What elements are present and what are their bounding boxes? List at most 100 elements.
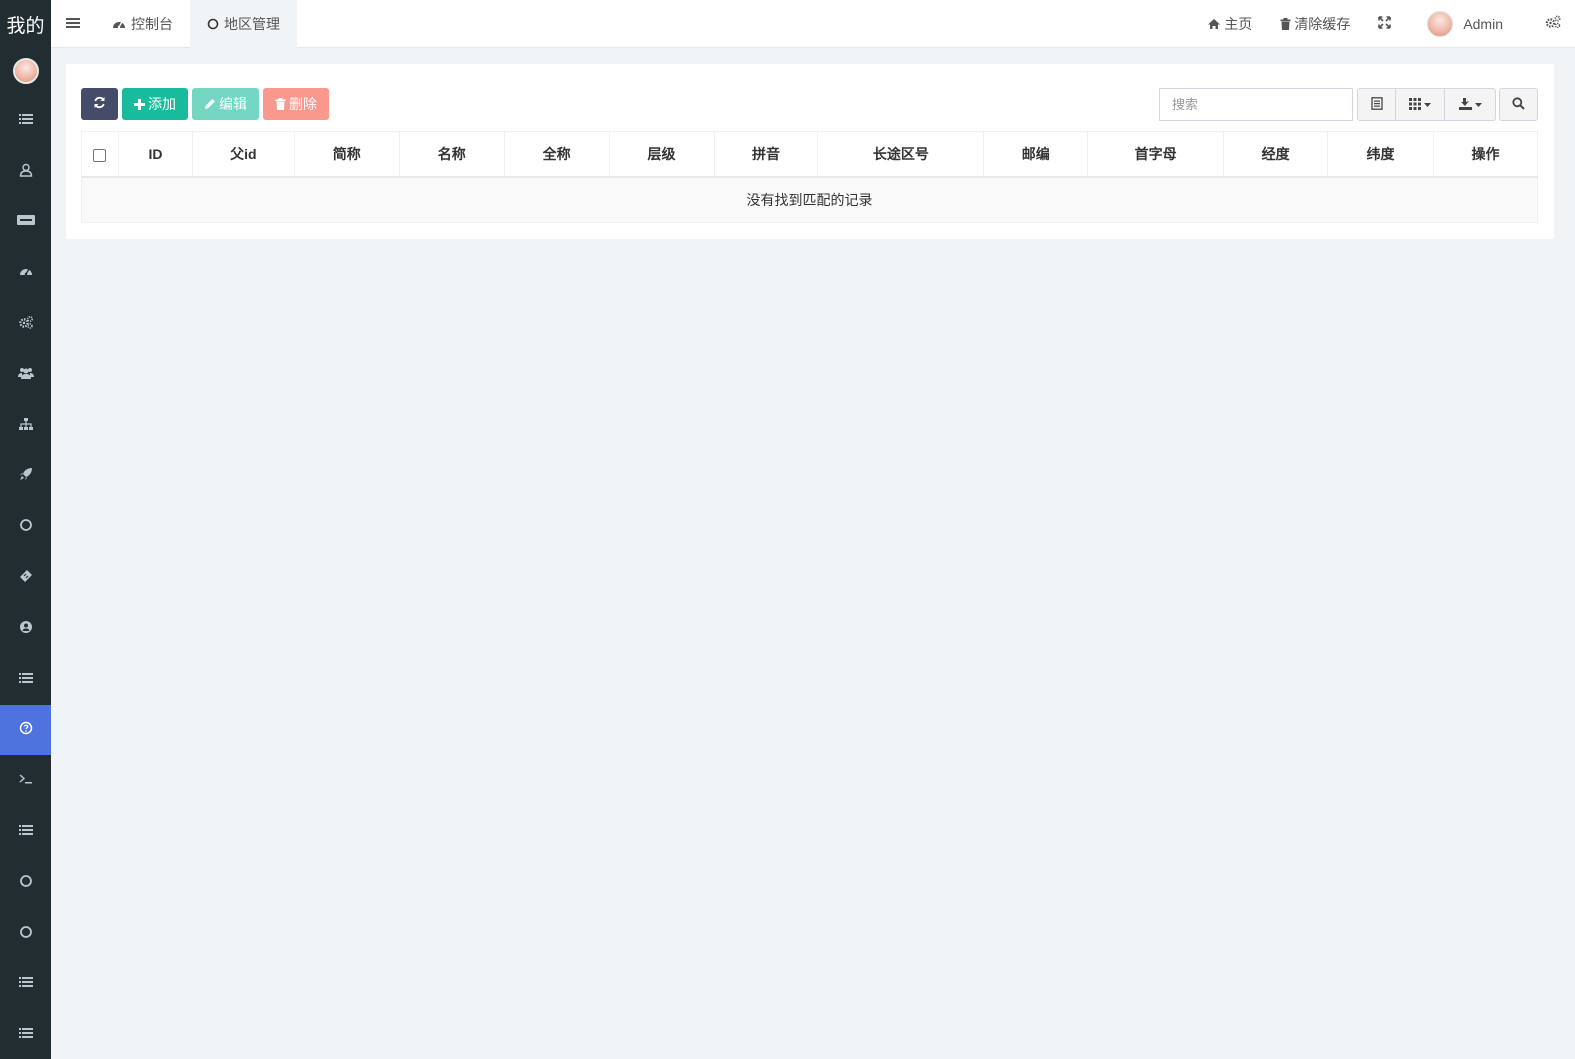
circle-icon [207,18,219,30]
sitemap-icon [18,417,33,434]
sidebar-item-18[interactable] [0,959,51,1010]
sidebar-item-14[interactable] [0,755,51,806]
column-header: 操作 [1432,131,1539,178]
circle-icon [19,925,33,942]
column-header[interactable]: 首字母 [1087,131,1224,178]
sidebar-item-11[interactable] [0,603,51,654]
search-icon [1512,96,1525,113]
refresh-button[interactable] [81,88,118,120]
settings-button[interactable] [1531,0,1575,48]
add-button-label: 添加 [148,96,176,112]
column-header[interactable]: 邮编 [983,131,1088,178]
sidebar-item-6[interactable] [0,349,51,400]
select-all-checkbox[interactable] [93,148,107,162]
select-all-cell [81,131,119,178]
search-button[interactable] [1499,88,1538,121]
app-logo[interactable]: 我的 [0,0,51,48]
user-icon [19,163,33,180]
sidebar-item-15[interactable] [0,806,51,857]
paypal-icon [16,213,35,230]
column-header[interactable]: 经度 [1223,131,1328,178]
circle-icon [19,518,33,535]
empty-message: 没有找到匹配的记录 [81,176,1538,223]
sidebar-item-8[interactable] [0,451,51,502]
fullscreen-button[interactable] [1364,0,1405,48]
home-icon [1207,18,1221,30]
tab-region-management[interactable]: 地区管理 [190,0,297,48]
trash-icon [275,98,286,110]
column-header[interactable]: 层级 [608,131,715,178]
sidebar-item-3[interactable] [0,197,51,248]
list-icon [18,975,33,992]
column-header[interactable]: 父id [191,131,295,178]
list-icon [18,823,33,840]
table-view-controls [1357,88,1496,121]
column-header[interactable]: 全称 [503,131,610,178]
column-header[interactable]: 长途区号 [817,131,984,178]
sidebar-item-19[interactable] [0,1009,51,1059]
sidebar-item-10[interactable] [0,552,51,603]
sidebar-item-12[interactable] [0,654,51,705]
dashboard-icon [19,264,33,281]
add-button[interactable]: 添加 [122,88,188,120]
columns-dropdown-button[interactable] [1396,89,1445,120]
sidebar-item-17[interactable] [0,908,51,959]
clear-cache-label: 清除缓存 [1294,15,1351,32]
sidebar-item-1[interactable] [0,95,51,146]
column-header[interactable]: 拼音 [713,131,818,178]
expand-icon [1378,15,1392,32]
clear-cache-button[interactable]: 清除缓存 [1266,0,1364,48]
table-toolbar: 添加 编辑 删除 [81,88,329,120]
caret-down-icon [1424,102,1431,107]
user-name: Admin [1463,15,1503,32]
user-avatar [1427,10,1454,37]
list-icon [18,1026,33,1043]
home-link-label: 主页 [1224,15,1253,32]
list-icon [18,112,33,129]
top-navbar: 控制台 地区管理 主页 清除缓存 Admin [51,0,1575,48]
users-icon [17,366,34,383]
sidebar-item-4[interactable] [0,247,51,298]
sidebar-item-7[interactable] [0,400,51,451]
empty-row: 没有找到匹配的记录 [81,176,1538,223]
delete-button-label: 删除 [289,96,317,112]
edit-button[interactable]: 编辑 [192,88,259,120]
dashboard-icon [112,18,126,30]
data-table: ID 父id 简称 名称 全称 层级 拼音 长途区号 邮编 首字母 经度 纬度 … [81,131,1539,223]
plus-icon [134,98,145,110]
column-header[interactable]: 名称 [398,131,505,178]
column-header[interactable]: 简称 [293,131,400,178]
edit-button-label: 编辑 [219,96,247,112]
ticket-icon [19,569,33,586]
export-dropdown-button[interactable] [1445,89,1495,120]
delete-button[interactable]: 删除 [263,88,329,120]
column-header[interactable]: ID [117,131,193,178]
terminal-icon [19,772,33,789]
bars-icon [66,16,80,32]
sidebar: 我的 [0,0,51,1059]
table-header-row: ID 父id 简称 名称 全称 层级 拼音 长途区号 邮编 首字母 经度 纬度 … [81,131,1539,178]
user-circle-icon [19,620,33,637]
th-icon [1409,97,1421,113]
content-panel: 添加 编辑 删除 搜索 ID 父id 简称 名称 全称 层级 拼音 长途区号 邮… [66,64,1554,239]
sidebar-item-16[interactable] [0,857,51,908]
sidebar-item-9[interactable] [0,501,51,552]
download-icon [1458,97,1472,113]
sidebar-item-2[interactable] [0,146,51,197]
sidebar-avatar[interactable] [12,58,39,84]
trash-icon [1280,17,1291,30]
sidebar-item-5[interactable] [0,298,51,349]
sidebar-item-13[interactable] [0,704,51,756]
cogs-icon [18,315,33,332]
user-menu[interactable]: Admin [1405,0,1531,48]
header-right: 主页 清除缓存 Admin [1193,0,1575,48]
column-header[interactable]: 纬度 [1327,131,1434,178]
cogs-icon [1545,15,1561,32]
home-link[interactable]: 主页 [1193,0,1266,48]
search-input[interactable] [1159,88,1353,121]
tab-dashboard[interactable]: 控制台 [95,0,190,48]
sidebar-toggle-button[interactable] [51,0,95,48]
sidebar-menu [0,95,51,1059]
list-icon [18,671,33,688]
toggle-view-button[interactable] [1358,89,1396,120]
